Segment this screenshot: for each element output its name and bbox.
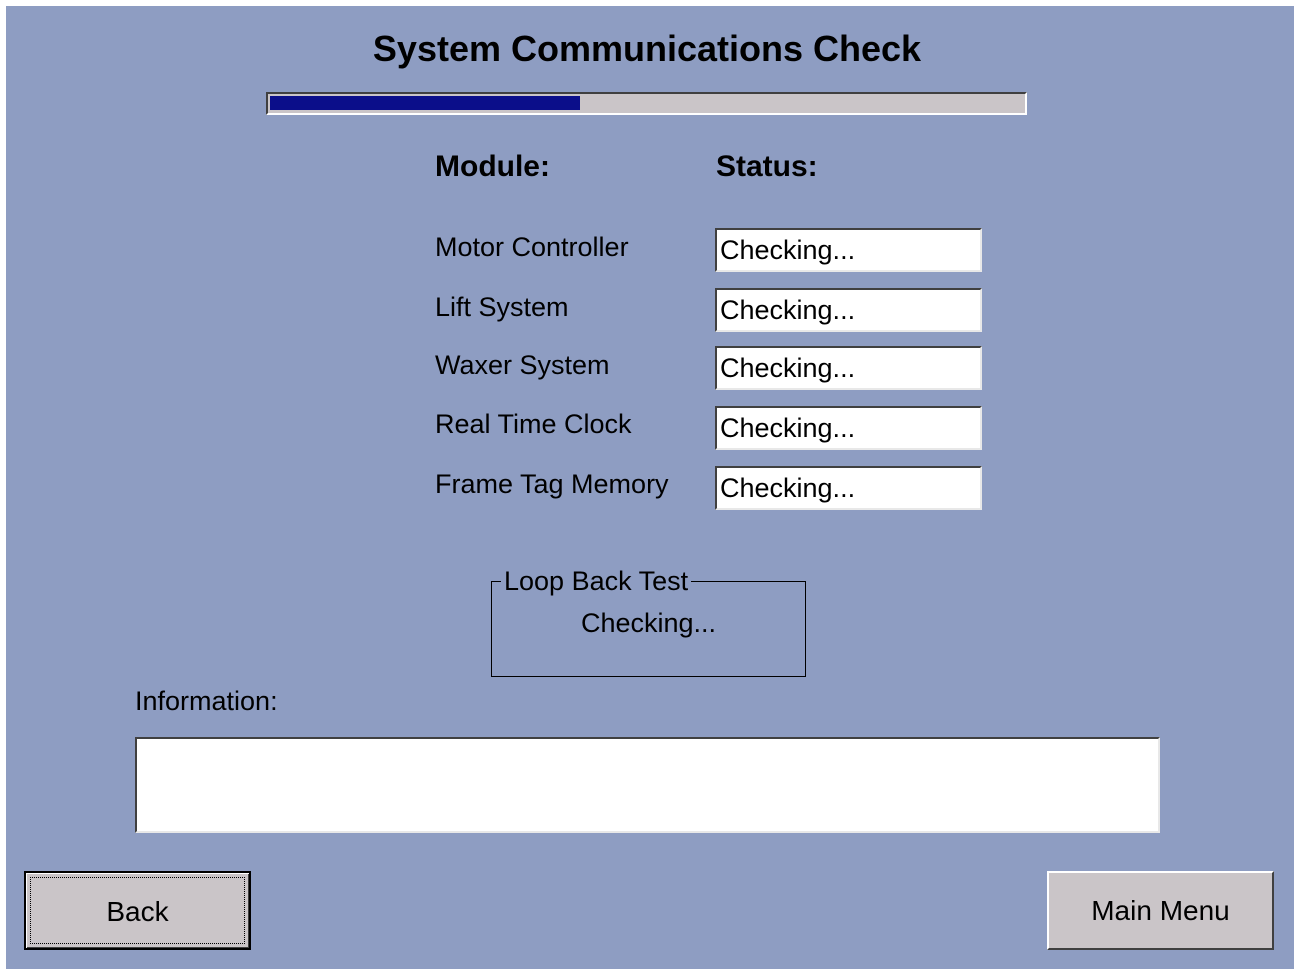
module-label-waxer-system: Waxer System: [435, 350, 610, 380]
module-column-header: Module:: [435, 150, 550, 183]
loop-back-test-status: Checking...: [580, 608, 717, 638]
module-label-frame-tag-memory: Frame Tag Memory: [435, 469, 669, 499]
status-field-motor-controller: Checking...: [715, 228, 982, 272]
status-field-waxer-system: Checking...: [715, 346, 982, 390]
back-button[interactable]: Back: [24, 871, 251, 950]
loop-back-test-group: Loop Back Test Checking...: [491, 566, 806, 677]
loop-back-test-title: Loop Back Test: [501, 566, 692, 596]
status-column-header: Status:: [716, 150, 818, 183]
module-label-motor-controller: Motor Controller: [435, 232, 629, 262]
status-field-lift-system: Checking...: [715, 288, 982, 332]
progress-bar: [266, 92, 1027, 115]
module-label-lift-system: Lift System: [435, 292, 569, 322]
status-field-real-time-clock: Checking...: [715, 406, 982, 450]
module-label-real-time-clock: Real Time Clock: [435, 409, 632, 439]
back-button-label: Back: [30, 877, 245, 944]
page-title: System Communications Check: [372, 28, 922, 69]
status-field-frame-tag-memory: Checking...: [715, 466, 982, 510]
main-menu-button[interactable]: Main Menu: [1047, 871, 1274, 950]
information-label: Information:: [135, 686, 278, 716]
progress-bar-fill: [270, 96, 580, 110]
information-box: [135, 737, 1160, 833]
